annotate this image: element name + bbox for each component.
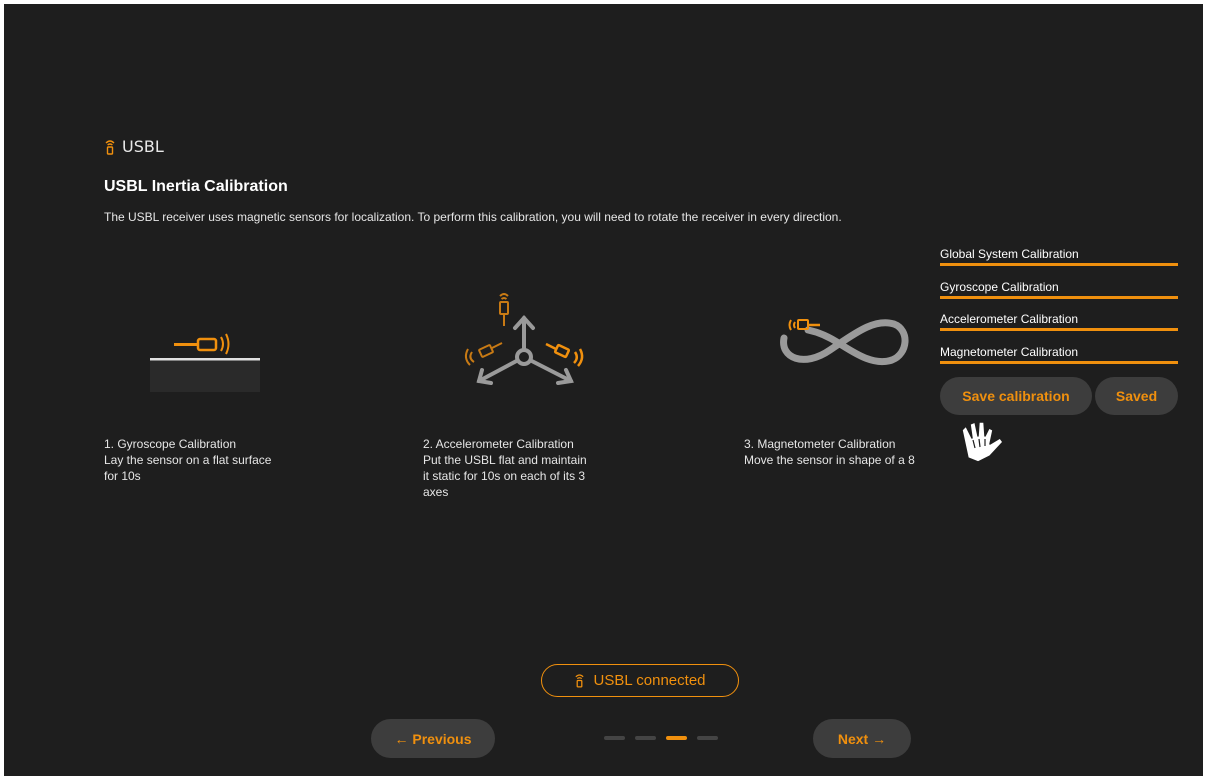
page-title: USBL Inertia Calibration (104, 178, 288, 195)
calibration-item-accelerometer: Accelerometer Calibration (940, 311, 1178, 344)
calibration-item-magnetometer: Magnetometer Calibration (940, 344, 1178, 377)
calibration-progress-bar (940, 263, 1178, 266)
previous-button[interactable]: ← Previous (371, 719, 495, 758)
connection-status-badge: USBL connected (541, 664, 739, 697)
calibration-screen: USBL USBL Inertia Calibration The USBL r… (4, 4, 1203, 776)
step-magnetometer-text: 3. Magnetometer Calibration Move the sen… (744, 436, 915, 468)
calibration-item-label: Gyroscope Calibration (940, 279, 1059, 294)
calibration-status-list: Global System Calibration Gyroscope Cali… (940, 246, 1178, 376)
calibration-item-gyroscope: Gyroscope Calibration (940, 279, 1178, 312)
step-title: 3. Magnetometer Calibration (744, 437, 896, 451)
saved-button[interactable]: Saved (1095, 377, 1178, 415)
page-dot[interactable] (697, 736, 718, 740)
page-indicator (604, 736, 718, 740)
next-button[interactable]: Next → (813, 719, 911, 758)
step-title: 2. Accelerometer Calibration (423, 437, 574, 451)
step-line: for 10s (104, 469, 141, 483)
section-header-label: USBL (122, 137, 164, 156)
accelerometer-axes-icon (464, 293, 584, 385)
calibration-progress-bar (940, 328, 1178, 331)
step-line: Move the sensor in shape of a 8 (744, 453, 915, 467)
page-description: The USBL receiver uses magnetic sensors … (104, 210, 842, 224)
usbl-device-icon (105, 139, 115, 155)
pointer-hand-icon (961, 421, 1004, 463)
step-line: axes (423, 485, 449, 499)
section-header: USBL (104, 137, 164, 156)
calibration-item-label: Accelerometer Calibration (940, 312, 1079, 326)
page-dot-active[interactable] (666, 736, 687, 740)
calibration-item-global: Global System Calibration (940, 246, 1178, 279)
calibration-progress-bar (940, 295, 1178, 299)
page-dot[interactable] (604, 736, 625, 740)
step-line: Put the USBL flat and maintain (423, 453, 587, 467)
usbl-device-icon (575, 674, 585, 688)
step-line: Lay the sensor on a flat surface (104, 453, 272, 467)
step-accelerometer-text: 2. Accelerometer Calibration Put the USB… (423, 436, 587, 500)
step-gyroscope-text: 1. Gyroscope Calibration Lay the sensor … (104, 436, 271, 484)
calibration-item-label: Magnetometer Calibration (940, 344, 1079, 359)
calibration-progress-bar (940, 360, 1178, 364)
magnetometer-figure-eight-icon (780, 319, 909, 365)
gyroscope-flat-surface-icon (150, 333, 260, 392)
page-dot[interactable] (635, 736, 656, 740)
connection-status-label: USBL connected (593, 672, 706, 689)
calibration-item-label: Global System Calibration (940, 247, 1079, 261)
step-title: 1. Gyroscope Calibration (104, 437, 237, 451)
step-line: it static for 10s on each of its 3 (423, 469, 586, 483)
save-calibration-button[interactable]: Save calibration (940, 377, 1092, 415)
